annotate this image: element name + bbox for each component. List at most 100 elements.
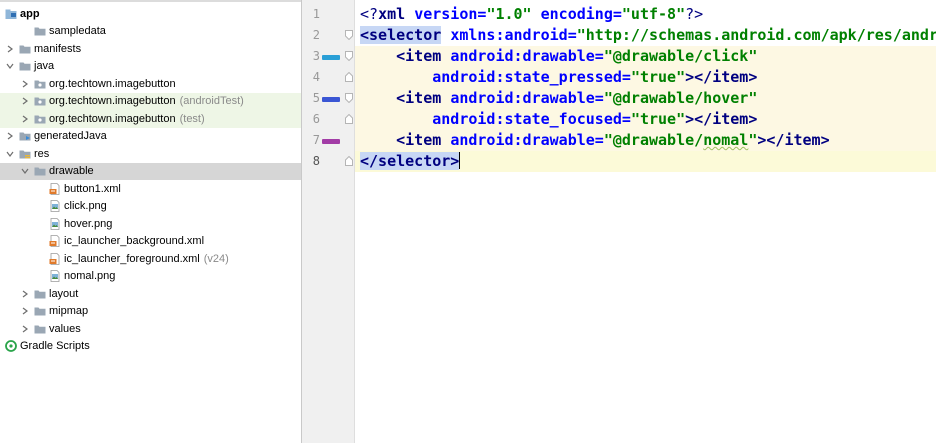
tree-item-label: layout [49, 287, 79, 300]
tree-item-button1[interactable]: button1.xml [0, 180, 301, 198]
chevron-right-icon[interactable] [5, 131, 15, 141]
color-swatch-icon[interactable] [322, 139, 340, 144]
code-token: "1.0" [486, 5, 532, 23]
tree-item-layout[interactable]: layout [0, 285, 301, 303]
code-line[interactable]: <selector xmlns:android="http://schemas.… [355, 25, 936, 46]
code-token: </selector> [360, 152, 460, 170]
line-number: 7 [312, 133, 320, 147]
code-area[interactable]: <?xml version="1.0" encoding="utf-8"?> <s… [355, 0, 936, 443]
chevron-right-icon[interactable] [20, 114, 30, 124]
tree-item-label: ic_launcher_background.xml [64, 235, 205, 248]
code-line-text: android:state_pressed="true"></item> [360, 67, 757, 88]
package-icon [34, 78, 46, 90]
code-token: <item [396, 131, 451, 149]
tree-item-generatedjava[interactable]: generatedJava [0, 128, 301, 146]
code-token: "http://schemas.android.com/apk/res/andr… [576, 26, 936, 44]
tree-item-label: drawable [49, 165, 94, 178]
tree-item-label: manifests [34, 42, 82, 55]
color-swatch-icon[interactable] [322, 97, 340, 102]
tree-item-ic-fg[interactable]: ic_launcher_foreground.xml (v24) [0, 250, 301, 268]
chevron-right-icon[interactable] [5, 44, 15, 54]
code-line[interactable]: android:state_pressed="true"></item> [355, 67, 936, 88]
chevron-right-icon[interactable] [20, 79, 30, 89]
tree-item-click[interactable]: click.png [0, 198, 301, 216]
gutter-row: 6 [302, 109, 354, 130]
tree-item-suffix: (v24) [203, 252, 229, 265]
editor-gutter: 1 2 3 4 5 6 7 8 [302, 0, 354, 443]
tree-item-drawable[interactable]: drawable [0, 162, 301, 180]
text-caret [459, 152, 461, 169]
code-token: android:drawable= [450, 47, 604, 65]
code-line[interactable]: <?xml version="1.0" encoding="utf-8"?> [355, 4, 936, 25]
chevron-right-icon[interactable] [20, 324, 30, 334]
tree-item-mipmap[interactable]: mipmap [0, 303, 301, 321]
line-number: 1 [312, 7, 320, 21]
folder-icon [34, 25, 46, 37]
tree-item-manifests[interactable]: manifests [0, 40, 301, 58]
tree-item-values[interactable]: values [0, 320, 301, 338]
tree-item-label: org.techtown.imagebutton [49, 77, 176, 90]
chevron-right-icon[interactable] [20, 96, 30, 106]
tree-item-java[interactable]: java [0, 58, 301, 76]
code-token: "true" [630, 110, 686, 128]
code-token: <? [360, 5, 379, 23]
code-editor[interactable]: 1 2 3 4 5 6 7 8 <?xml version="1.0" encoding="u… [302, 0, 936, 443]
xml-file-icon [49, 235, 61, 248]
code-token: <item [396, 89, 451, 107]
tree-item-sampledata[interactable]: sampledata [0, 23, 301, 41]
code-token: ?> [685, 5, 704, 23]
tree-item-suffix: (test) [179, 112, 205, 125]
code-line[interactable]: <item android:drawable="@drawable/click" [355, 46, 936, 67]
gutter-row: 7 [302, 130, 354, 151]
fold-open-icon[interactable] [345, 30, 353, 40]
chevron-down-icon[interactable] [5, 149, 15, 159]
tree-item-pkg-main[interactable]: org.techtown.imagebutton [0, 75, 301, 93]
code-token: ></item> [685, 68, 758, 86]
code-line[interactable]: <item android:drawable="@drawable/hover" [355, 88, 936, 109]
tree-item-ic-bg[interactable]: ic_launcher_background.xml [0, 233, 301, 251]
fold-open-icon[interactable] [345, 51, 353, 61]
tree-item-nomal[interactable]: nomal.png [0, 268, 301, 286]
tree-item-app[interactable]: app [0, 5, 301, 23]
gradle-icon [5, 340, 17, 353]
tree-item-label: hover.png [64, 217, 113, 230]
chevron-down-icon[interactable] [5, 61, 15, 71]
code-token: version= [414, 5, 487, 23]
code-token: ></item> [757, 131, 830, 149]
tree-item-suffix: (androidTest) [179, 95, 244, 108]
tree-item-gradle[interactable]: Gradle Scripts [0, 338, 301, 356]
tree-item-label: org.techtown.imagebutton [49, 112, 176, 125]
tree-item-label: button1.xml [64, 182, 121, 195]
tree-item-pkg-test[interactable]: org.techtown.imagebutton (test) [0, 110, 301, 128]
code-token: android:state_focused= [432, 110, 631, 128]
color-swatch-icon[interactable] [322, 55, 340, 60]
chevron-down-icon[interactable] [20, 166, 30, 176]
code-token: xml [378, 5, 415, 23]
code-line-text: <item android:drawable="@drawable/click" [360, 46, 757, 67]
fold-close-icon[interactable] [345, 156, 353, 166]
xml-file-icon [49, 252, 61, 265]
folder-icon [19, 60, 31, 72]
fold-close-icon[interactable] [345, 114, 353, 124]
tree-item-pkg-androidtest[interactable]: org.techtown.imagebutton (androidTest) [0, 92, 301, 110]
line-number: 6 [312, 112, 320, 126]
tree-item-hover[interactable]: hover.png [0, 215, 301, 233]
fold-close-icon[interactable] [345, 72, 353, 82]
chevron-right-icon[interactable] [20, 306, 30, 316]
code-token: nomal [703, 131, 749, 149]
code-line[interactable]: android:state_focused="true"></item> [355, 109, 936, 130]
image-file-icon [49, 200, 61, 213]
code-line[interactable]: </selector> [355, 151, 936, 172]
folder-icon [19, 43, 31, 55]
panel-top-border [0, 0, 301, 2]
code-line[interactable]: <item android:drawable="@drawable/nomal"… [355, 130, 936, 151]
code-token: encoding= [540, 5, 622, 23]
chevron-right-icon[interactable] [20, 289, 30, 299]
tree-item-res[interactable]: res [0, 145, 301, 163]
image-file-icon [49, 217, 61, 230]
gutter-row: 4 [302, 67, 354, 88]
module-icon [5, 8, 17, 20]
fold-open-icon[interactable] [345, 93, 353, 103]
